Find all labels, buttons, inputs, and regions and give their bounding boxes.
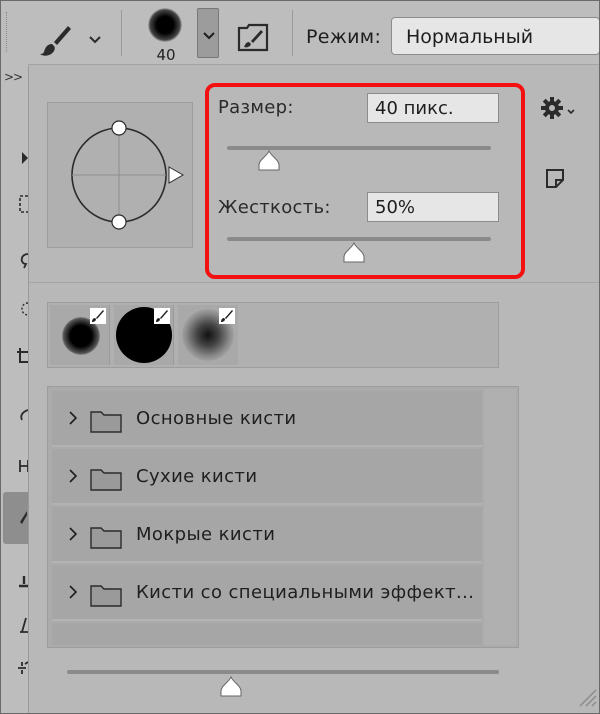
- recent-brush-hard-round[interactable]: [114, 305, 174, 365]
- preset-group-label: Сухие кисти: [136, 466, 258, 487]
- tools-panel: >>: [0, 64, 28, 714]
- brush-icon: [219, 308, 235, 324]
- size-slider-thumb[interactable]: [257, 150, 281, 172]
- list-empty-area: [52, 623, 482, 645]
- preset-group-row[interactable]: Мокрые кисти: [52, 507, 482, 563]
- brush-picker-dropdown-button[interactable]: [197, 8, 219, 58]
- hardness-label: Жесткость:: [218, 197, 331, 218]
- chevron-right-icon[interactable]: [68, 469, 78, 483]
- options-bar: 40 Режим: Нормальный: [0, 0, 600, 65]
- preset-group-label: Кисти со специальными эффект...: [136, 582, 475, 603]
- gear-icon[interactable]: [541, 96, 577, 120]
- size-label: Размер:: [218, 97, 294, 118]
- clone-stamp-tool-icon[interactable]: [16, 572, 28, 592]
- mode-label: Режим:: [306, 26, 382, 48]
- brush-icon: [20, 511, 27, 524]
- quick-selection-tool-icon[interactable]: [16, 300, 28, 320]
- brush-settings-panel-icon[interactable]: [236, 20, 270, 54]
- crop-tool-icon[interactable]: [16, 346, 28, 366]
- roundness-handle-bottom[interactable]: [111, 214, 127, 230]
- hardness-slider-thumb[interactable]: [342, 242, 366, 264]
- toolbar-divider: [292, 10, 293, 56]
- eraser-tool-icon[interactable]: [16, 660, 28, 680]
- history-brush-tool-icon[interactable]: [16, 616, 28, 636]
- preset-group-label: Мокрые кисти: [136, 524, 276, 545]
- brush-size-readout: 40: [156, 46, 176, 64]
- chevron-right-icon[interactable]: [68, 527, 78, 541]
- panel-divider: [29, 282, 600, 283]
- roundness-handle-top[interactable]: [111, 120, 127, 136]
- folder-icon: [90, 469, 122, 491]
- recent-brush-soft-round[interactable]: [50, 305, 110, 365]
- move-tool-icon[interactable]: [16, 148, 28, 168]
- brush-tip-preview[interactable]: [148, 8, 182, 42]
- brush-presets-list: Основные кисти Сухие кисти Мокрые кисти …: [47, 386, 519, 648]
- new-preset-icon[interactable]: [543, 166, 567, 190]
- brush-tool-button-active[interactable]: [3, 492, 28, 544]
- lasso-tool-icon[interactable]: [16, 250, 28, 270]
- folder-icon: [90, 527, 122, 549]
- preset-group-row[interactable]: Основные кисти: [52, 391, 482, 447]
- mode-select-value: Нормальный: [406, 26, 534, 48]
- brush-icon: [154, 308, 170, 324]
- angle-arrow-icon[interactable]: [168, 166, 185, 184]
- recent-brushes: [47, 302, 499, 368]
- folder-icon: [90, 585, 122, 607]
- brush-icon: [90, 308, 106, 324]
- mode-select[interactable]: Нормальный: [391, 17, 600, 55]
- preview-size-slider-track[interactable]: [67, 670, 499, 674]
- marquee-tool-icon[interactable]: [16, 194, 28, 214]
- chevron-down-icon: [203, 32, 215, 40]
- preset-group-row[interactable]: Кисти со специальными эффект...: [52, 565, 482, 621]
- preview-size-slider-thumb[interactable]: [219, 676, 243, 698]
- hardness-input[interactable]: [368, 193, 498, 221]
- brush-tip-shape-preview[interactable]: [47, 102, 193, 248]
- folder-icon: [90, 411, 122, 433]
- size-input[interactable]: [368, 94, 498, 122]
- tool-preset-chevron-down-icon[interactable]: [88, 30, 102, 44]
- eyedropper-tool-icon[interactable]: [16, 404, 28, 424]
- toolbar-divider: [121, 10, 122, 56]
- recent-brush-airbrush[interactable]: [178, 305, 238, 365]
- chevron-right-icon[interactable]: [68, 585, 78, 599]
- options-bar-grip[interactable]: [6, 12, 11, 52]
- size-field[interactable]: [367, 93, 499, 123]
- presets-scrollbar[interactable]: [484, 389, 516, 645]
- brush-picker-panel: Размер: Жесткость:: [28, 66, 600, 714]
- brush-icon[interactable]: [38, 22, 74, 58]
- hardness-field[interactable]: [367, 192, 499, 222]
- collapse-toolbar-icon[interactable]: >>: [4, 70, 23, 84]
- hardness-slider-track[interactable]: [227, 237, 491, 241]
- preset-group-label: Основные кисти: [136, 408, 297, 429]
- resize-grip-icon[interactable]: [574, 684, 598, 708]
- chevron-right-icon[interactable]: [68, 411, 78, 425]
- healing-brush-tool-icon[interactable]: [16, 456, 28, 476]
- preset-group-row[interactable]: Сухие кисти: [52, 449, 482, 505]
